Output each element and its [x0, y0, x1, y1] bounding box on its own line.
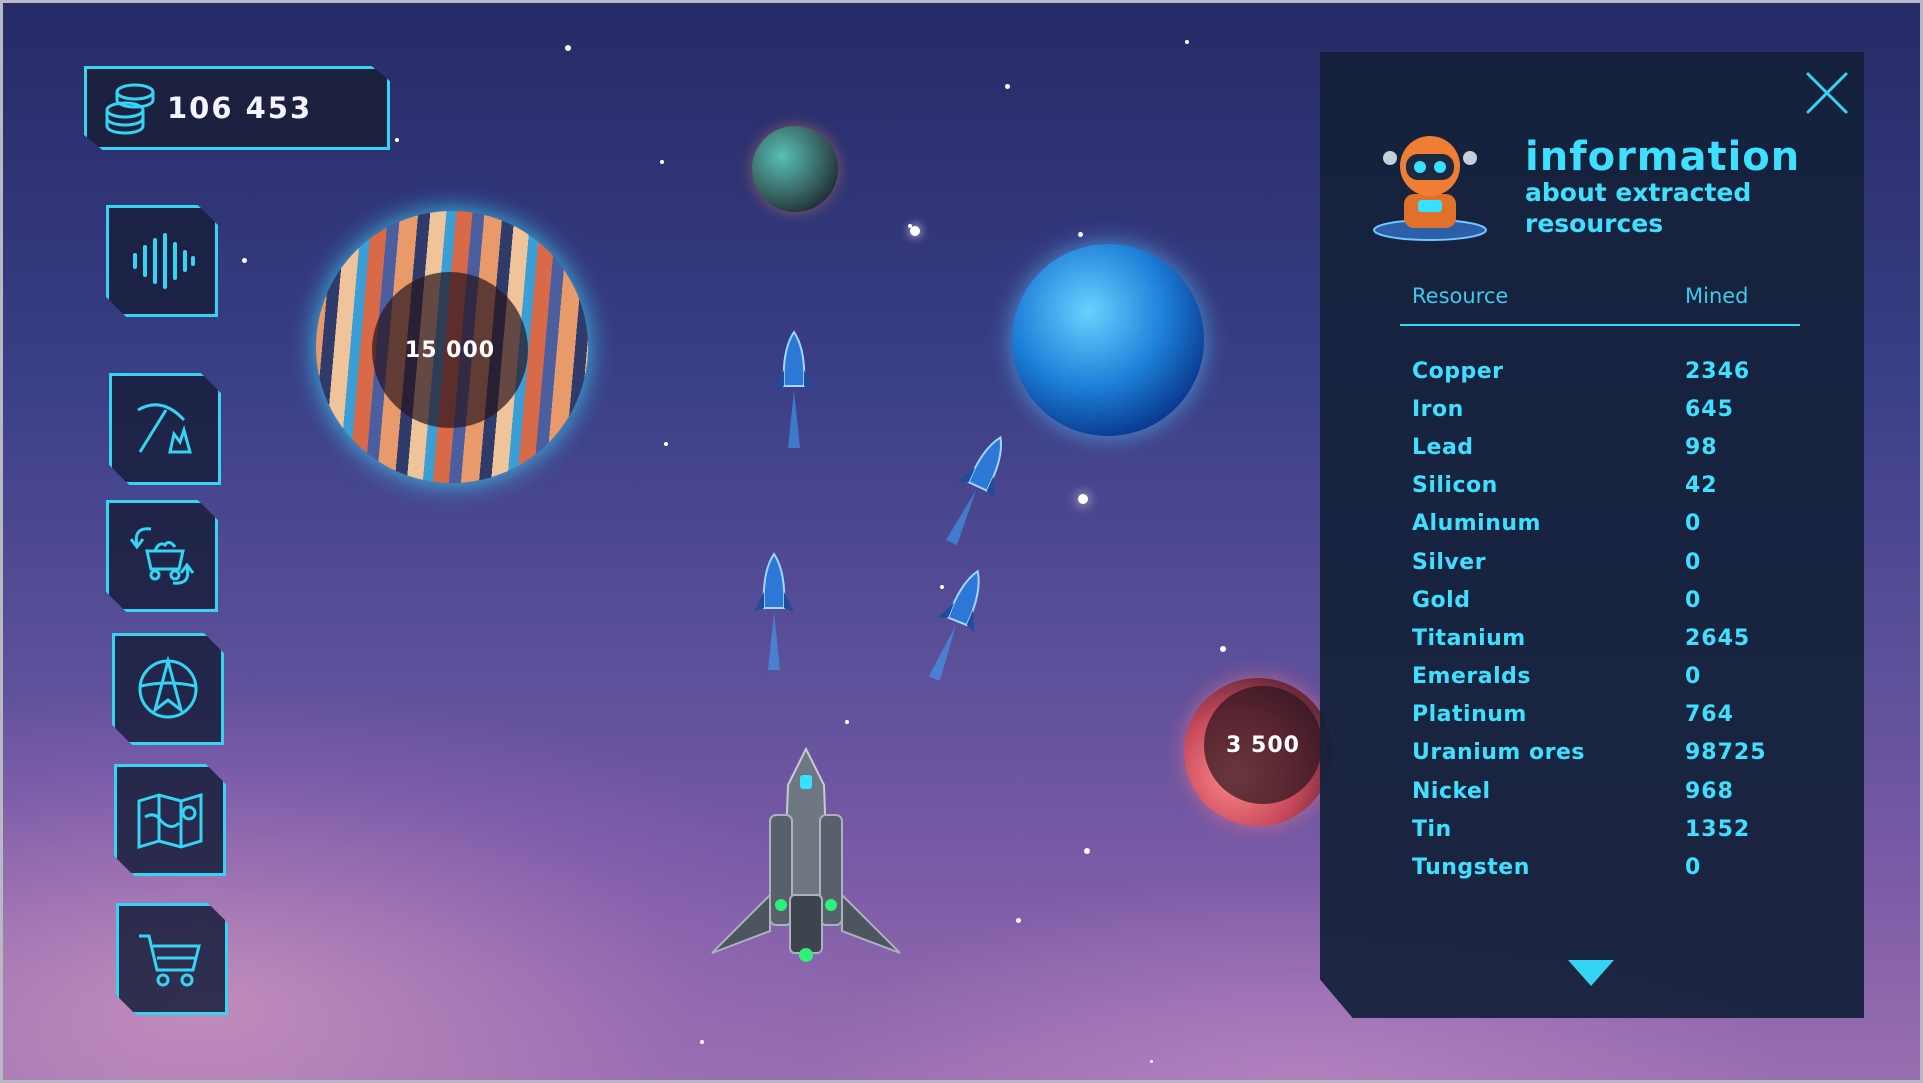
panel-subtitle-line1: about extracted	[1525, 178, 1752, 207]
resource-mined-value: 0	[1685, 855, 1702, 881]
robot-mascot	[1373, 136, 1487, 241]
resource-mined-value: 0	[1685, 511, 1702, 537]
panel-subtitle-line2: resources	[1525, 209, 1664, 238]
player-spaceship[interactable]	[708, 745, 904, 967]
resource-list: Copper 2346 Iron 645 Lead 98 Silicon 42 Aluminum…	[1412, 352, 1812, 887]
resource-mined-value: 98	[1685, 434, 1718, 460]
rocket-icon[interactable]	[768, 330, 820, 450]
resource-mined-value: 645	[1685, 396, 1734, 422]
resource-row: Copper 2346	[1412, 352, 1812, 390]
scroll-down-arrow-icon[interactable]	[1566, 958, 1616, 988]
resource-row: Tungsten 0	[1412, 848, 1812, 886]
resource-mined-value: 1352	[1685, 816, 1751, 842]
resource-name: Titanium	[1412, 625, 1526, 651]
resource-row: Iron 645	[1412, 390, 1812, 428]
resource-row: Silver 0	[1412, 543, 1812, 581]
resource-mined-value: 968	[1685, 778, 1734, 804]
marble-planet-label: 15 000	[372, 272, 528, 428]
resource-row: Uranium ores 98725	[1412, 734, 1812, 772]
resource-row: Titanium 2645	[1412, 619, 1812, 657]
resource-row: Nickel 968	[1412, 772, 1812, 810]
resource-name: Gold	[1412, 587, 1471, 613]
shop-button[interactable]	[116, 903, 228, 1015]
shopping-cart-icon	[139, 934, 201, 987]
column-header-resource: Resource	[1412, 284, 1509, 308]
resource-name: Tin	[1412, 816, 1452, 842]
coin-stack-icon	[105, 83, 155, 135]
resource-mined-value: 2346	[1685, 358, 1751, 384]
resource-row: Aluminum 0	[1412, 505, 1812, 543]
resource-name: Emeralds	[1412, 664, 1531, 690]
panel-title: information	[1525, 134, 1801, 180]
resource-mined-value: 0	[1685, 664, 1702, 690]
map-button[interactable]	[114, 764, 226, 876]
resources-info-panel: information about extracted resources Re…	[1320, 52, 1864, 1018]
resource-mined-value: 2645	[1685, 625, 1751, 651]
resource-row: Silicon 42	[1412, 467, 1812, 505]
header-divider	[1400, 324, 1800, 326]
sound-wave-icon	[133, 233, 195, 289]
mining-button[interactable]	[109, 373, 221, 485]
resource-mined-value: 0	[1685, 549, 1702, 575]
resource-mined-value: 98725	[1685, 740, 1767, 766]
resource-row: Platinum 764	[1412, 696, 1812, 734]
panel-subtitle: about extracted resources	[1525, 177, 1751, 239]
resource-name: Platinum	[1412, 702, 1527, 728]
map-icon	[137, 792, 203, 850]
resource-name: Lead	[1412, 434, 1474, 460]
resource-mined-value: 0	[1685, 587, 1702, 613]
rocket-icon[interactable]	[748, 552, 800, 672]
globe-compass-icon	[138, 655, 198, 719]
small-rocky-planet[interactable]	[752, 126, 838, 212]
coin-amount: 106 453	[167, 91, 313, 125]
resource-mined-value: 42	[1685, 473, 1718, 499]
mine-cart-exchange-icon	[129, 527, 195, 585]
close-icon[interactable]	[1802, 68, 1852, 118]
resource-name: Nickel	[1412, 778, 1491, 804]
resource-name: Iron	[1412, 396, 1464, 422]
resource-name: Silver	[1412, 549, 1487, 575]
resource-name: Silicon	[1412, 473, 1498, 499]
resource-name: Tungsten	[1412, 855, 1530, 881]
resource-row: Tin 1352	[1412, 810, 1812, 848]
resource-row: Lead 98	[1412, 428, 1812, 466]
pickaxe-crystal-icon	[137, 403, 192, 454]
resource-row: Emeralds 0	[1412, 658, 1812, 696]
resource-name: Aluminum	[1412, 511, 1541, 537]
coin-balance: 106 453	[84, 66, 390, 150]
red-planet-label: 3 500	[1204, 686, 1322, 804]
trade-button[interactable]	[106, 500, 218, 612]
resource-name: Uranium ores	[1412, 740, 1585, 766]
resource-row: Gold 0	[1412, 581, 1812, 619]
resource-mined-value: 764	[1685, 702, 1734, 728]
resource-name: Copper	[1412, 358, 1504, 384]
galaxy-button[interactable]	[112, 633, 224, 745]
sound-button[interactable]	[106, 205, 218, 317]
blue-ocean-planet[interactable]	[1012, 244, 1204, 436]
column-header-mined: Mined	[1685, 284, 1749, 308]
